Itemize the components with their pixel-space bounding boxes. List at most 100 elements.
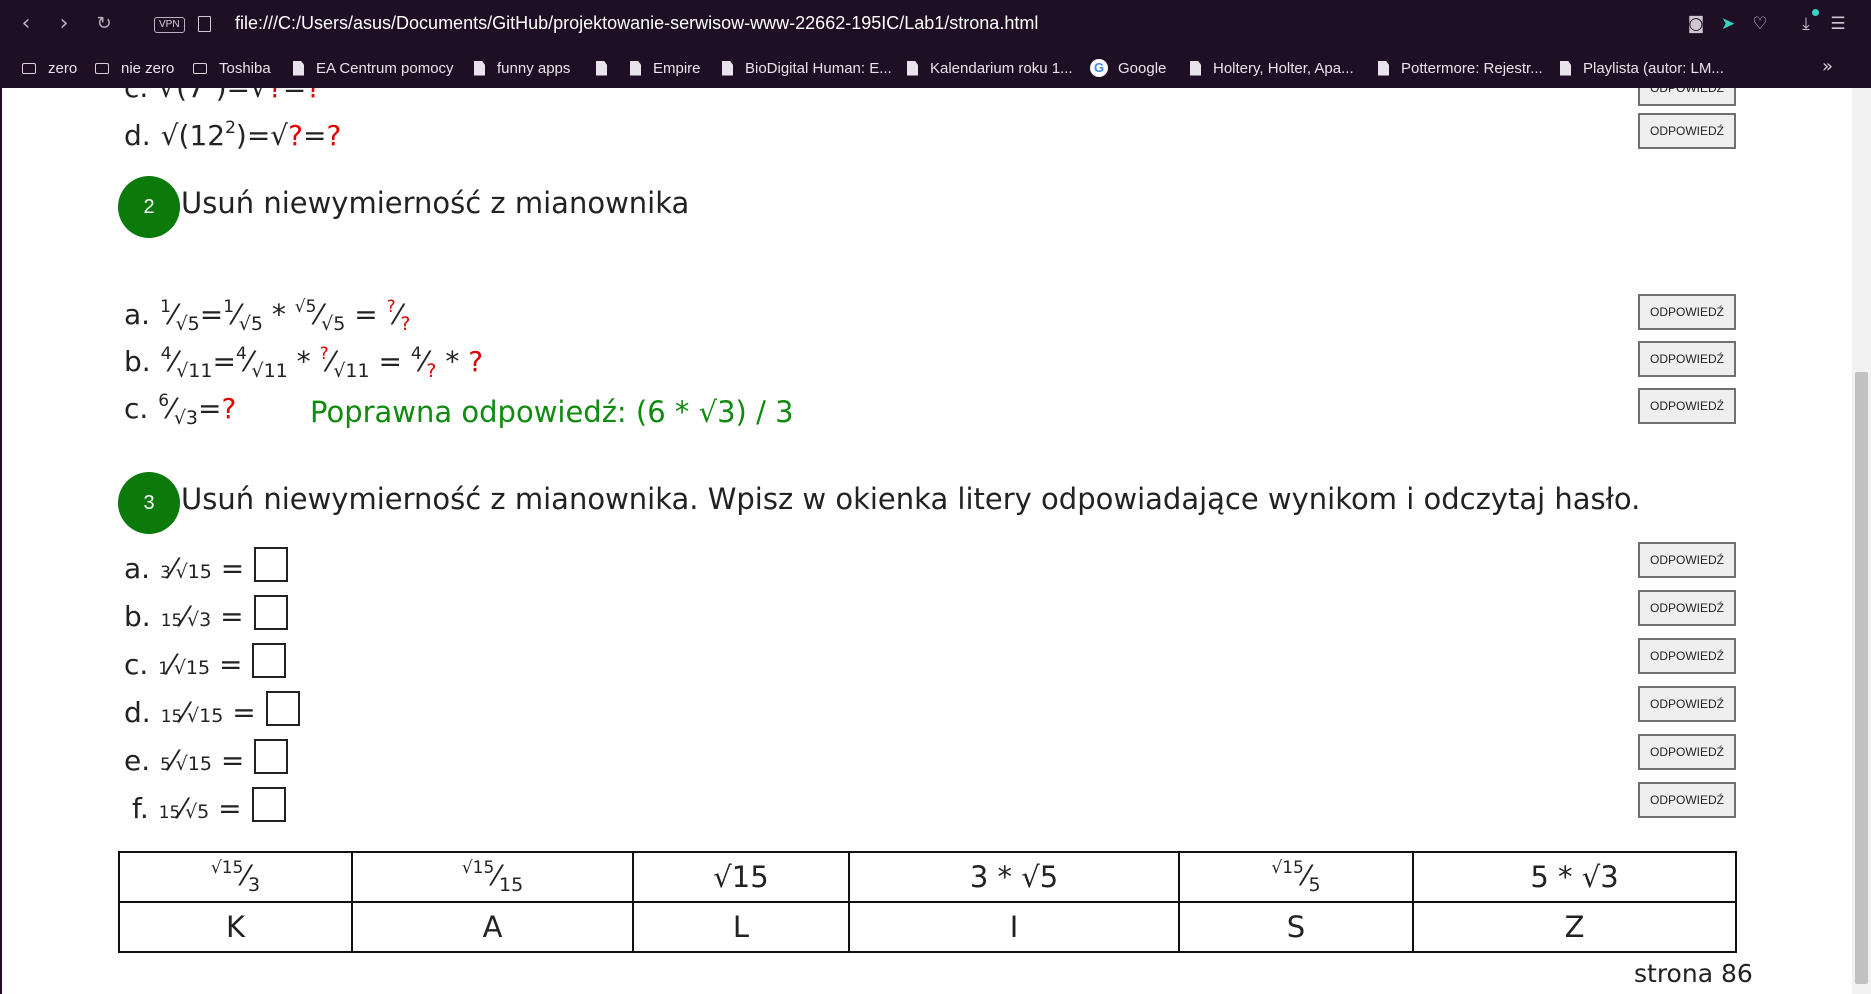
bookmark-item[interactable]: nie zero bbox=[95, 57, 174, 79]
answer-button[interactable]: ODPOWIEDŹ bbox=[1638, 113, 1736, 149]
table-row: K A L I S Z bbox=[118, 901, 1737, 953]
numerator: 15 bbox=[158, 803, 181, 823]
folder-icon bbox=[193, 62, 207, 74]
page-icon bbox=[907, 60, 918, 76]
bookmark-item[interactable] bbox=[596, 57, 619, 79]
table-cell: √15 bbox=[632, 851, 850, 903]
answer-button[interactable]: ODPOWIEDŹ bbox=[1638, 638, 1736, 674]
bookmark-item[interactable]: Holtery, Holter, Apa... bbox=[1190, 57, 1354, 79]
send-icon[interactable]: ➤ bbox=[1718, 14, 1738, 34]
answer-input-box[interactable] bbox=[252, 643, 287, 678]
bookmarks-overflow-icon[interactable]: » bbox=[1822, 56, 1833, 77]
bookmark-item[interactable]: Playlista (autor: LM... bbox=[1560, 57, 1724, 79]
vpn-badge[interactable]: VPN bbox=[154, 17, 185, 33]
item-label: b. bbox=[124, 600, 151, 633]
bookmark-item[interactable]: Toshiba bbox=[193, 57, 271, 79]
answer-button[interactable]: ODPOWIEDŹ bbox=[1638, 341, 1736, 377]
exercise-2b: b. 4⁄√11=4⁄√11 * ?⁄√11 = 4⁄? * ? bbox=[124, 344, 483, 382]
exercise-3d: d. 15 ⁄ √15 = bbox=[124, 687, 300, 729]
numerator: 1 bbox=[158, 659, 170, 679]
numerator: 3 bbox=[160, 563, 171, 583]
bookmark-item[interactable]: Pottermore: Rejestr... bbox=[1378, 57, 1543, 79]
exercise-3a: a. 3 ⁄ √15 = bbox=[124, 543, 289, 585]
answer-key-table: √15⁄3 √15⁄15 √15 3 * √5 √15⁄5 5 * √3 K A… bbox=[118, 851, 1737, 953]
item-label: d. bbox=[124, 119, 151, 152]
page-icon bbox=[293, 60, 304, 76]
section-heading: Usuń niewymierność z mianownika bbox=[181, 186, 690, 220]
answer-input-box[interactable] bbox=[254, 739, 289, 774]
exercise-1d: d. √(122)=√?=? bbox=[124, 118, 341, 152]
item-label: e. bbox=[124, 744, 151, 777]
table-cell: √15⁄15 bbox=[351, 851, 634, 903]
bookmark-item[interactable]: EA Centrum pomocy bbox=[293, 57, 454, 79]
page-icon bbox=[630, 60, 641, 76]
page-edge bbox=[0, 88, 2, 994]
item-label: d. bbox=[124, 696, 151, 729]
answer-input-box[interactable] bbox=[265, 691, 300, 726]
answer-button[interactable]: ODPOWIEDŹ bbox=[1638, 88, 1736, 106]
page-icon bbox=[474, 60, 485, 76]
item-label: a. bbox=[124, 552, 151, 585]
url-field[interactable]: file:///C:/Users/asus/Documents/GitHub/p… bbox=[235, 13, 1038, 34]
back-icon[interactable]: ‹ bbox=[12, 10, 40, 38]
table-cell: √15⁄5 bbox=[1178, 851, 1414, 903]
table-cell: I bbox=[848, 901, 1180, 953]
settings-icon[interactable]: ☰ bbox=[1828, 14, 1848, 34]
formula: √(72)=√?=? bbox=[158, 88, 321, 104]
answer-button[interactable]: ODPOWIEDŹ bbox=[1638, 782, 1736, 818]
denominator: √15 bbox=[173, 657, 211, 679]
formula: √(122)=√?=? bbox=[160, 118, 342, 152]
exponent: 2 bbox=[225, 118, 236, 138]
table-cell: K bbox=[118, 901, 353, 953]
formula: 1⁄√5=1⁄√5 * √5⁄√5 = ?⁄? bbox=[160, 297, 411, 335]
cell-value: √15⁄15 bbox=[461, 858, 524, 896]
folder-icon bbox=[22, 62, 36, 74]
base-value: 12 bbox=[189, 119, 226, 152]
answer-button[interactable]: ODPOWIEDŹ bbox=[1638, 388, 1736, 424]
scrollbar-thumb[interactable] bbox=[1855, 372, 1868, 984]
page-icon bbox=[1560, 60, 1571, 76]
section-heading: Usuń niewymierność z mianownika. Wpisz w… bbox=[181, 482, 1641, 516]
camera-icon[interactable]: ◙ bbox=[1686, 14, 1706, 34]
bookmark-item[interactable]: G Google bbox=[1090, 57, 1166, 79]
answer-input-box[interactable] bbox=[253, 595, 288, 630]
table-cell: A bbox=[351, 901, 634, 953]
answer-input-box[interactable] bbox=[251, 787, 286, 822]
item-label: b. bbox=[124, 345, 151, 378]
item-label: c. bbox=[124, 88, 148, 104]
page-content: c. √(72)=√?=? ODPOWIEDŹ d. √(122)=√?=? O… bbox=[0, 88, 1871, 994]
answer-input-box[interactable] bbox=[254, 547, 289, 582]
table-row: √15⁄3 √15⁄15 √15 3 * √5 √15⁄5 5 * √3 bbox=[118, 851, 1737, 903]
formula: 4⁄√11=4⁄√11 * ?⁄√11 = 4⁄? * ? bbox=[160, 344, 484, 382]
answer-button[interactable]: ODPOWIEDŹ bbox=[1638, 686, 1736, 722]
folder-icon bbox=[95, 62, 109, 74]
bookmark-item[interactable]: Kalendarium roku 1... bbox=[907, 57, 1073, 79]
bookmark-item[interactable]: Empire bbox=[630, 57, 701, 79]
heart-icon[interactable]: ♡ bbox=[1750, 14, 1770, 34]
exercise-3e: e. 5 ⁄ √15 = bbox=[124, 735, 289, 777]
item-label: c. bbox=[124, 392, 149, 425]
browser-toolbar: ‹ › ↻ VPN file:///C:/Users/asus/Document… bbox=[0, 0, 1871, 88]
address-bar-row: ‹ › ↻ VPN file:///C:/Users/asus/Document… bbox=[0, 0, 1871, 48]
exercise-1c: c. √(72)=√?=? bbox=[124, 88, 321, 104]
bookmark-item[interactable]: funny apps bbox=[474, 57, 570, 79]
answer-button[interactable]: ODPOWIEDŹ bbox=[1638, 590, 1736, 626]
denominator: √15 bbox=[175, 561, 212, 583]
answer-button[interactable]: ODPOWIEDŹ bbox=[1638, 542, 1736, 578]
download-icon[interactable]: ⤓ bbox=[1796, 14, 1816, 34]
table-cell: 3 * √5 bbox=[848, 851, 1180, 903]
item-label: c. bbox=[124, 648, 149, 681]
correct-answer-text: Poprawna odpowiedź: (6 * √3) / 3 bbox=[310, 395, 794, 429]
denominator: √15 bbox=[187, 705, 224, 727]
table-cell: √15⁄3 bbox=[118, 851, 353, 903]
answer-button[interactable]: ODPOWIEDŹ bbox=[1638, 294, 1736, 330]
forward-icon[interactable]: › bbox=[50, 10, 78, 38]
reload-icon[interactable]: ↻ bbox=[90, 10, 118, 38]
bookmark-item[interactable]: BioDigital Human: E... bbox=[722, 57, 892, 79]
page-icon bbox=[596, 60, 607, 76]
answer-button[interactable]: ODPOWIEDŹ bbox=[1638, 734, 1736, 770]
table-cell: 5 * √3 bbox=[1412, 851, 1737, 903]
bookmark-item[interactable]: zero bbox=[22, 57, 77, 79]
denominator: √15 bbox=[175, 753, 212, 775]
exercise-2a: a. 1⁄√5=1⁄√5 * √5⁄√5 = ?⁄? bbox=[124, 297, 410, 335]
